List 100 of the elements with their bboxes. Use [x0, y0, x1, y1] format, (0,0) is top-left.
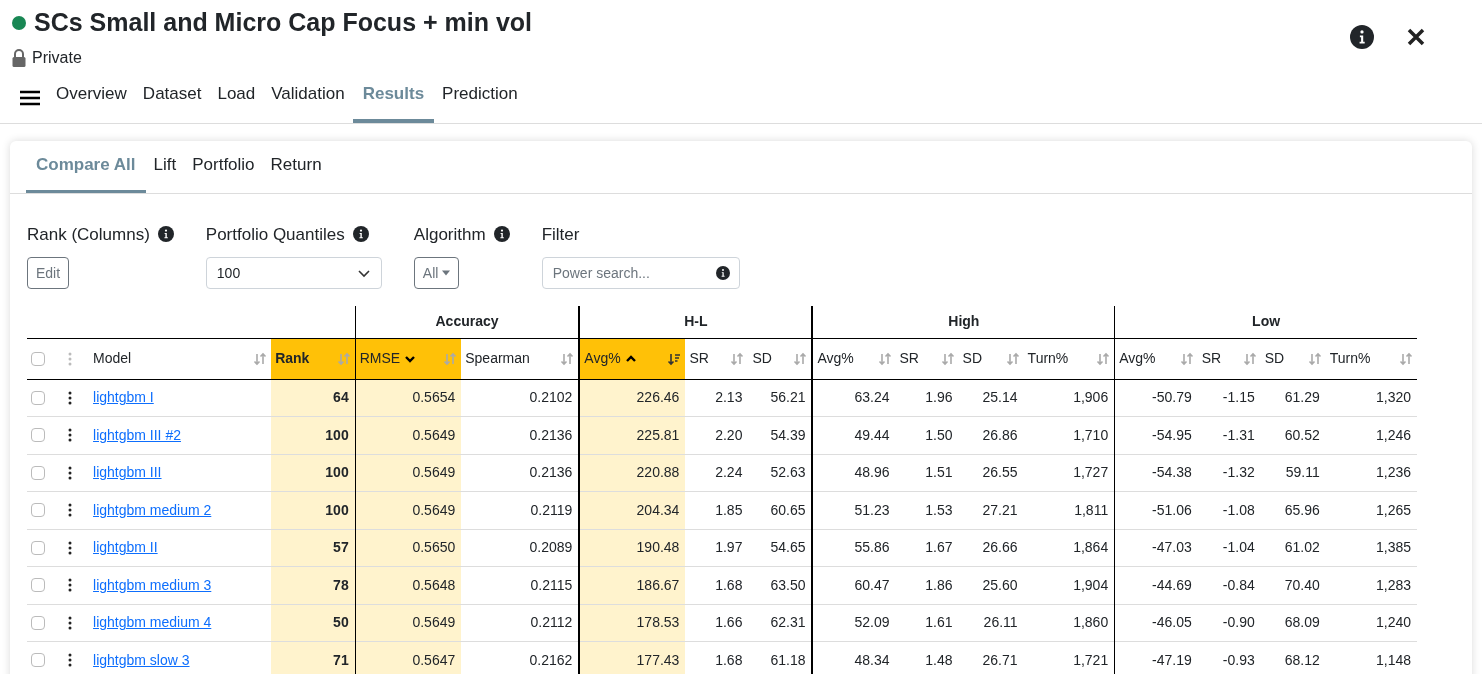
column-header[interactable]: SD	[1260, 338, 1326, 379]
column-header[interactable]: SR	[1197, 338, 1261, 379]
sort-icon[interactable]	[1179, 351, 1194, 366]
info-icon[interactable]	[157, 226, 174, 243]
sort-icon[interactable]	[793, 351, 808, 366]
model-link[interactable]: lightgbm I	[93, 389, 154, 406]
row-checkbox[interactable]	[31, 615, 45, 630]
table-cell: -1.32	[1197, 454, 1261, 492]
sort-icon[interactable]	[1307, 351, 1322, 366]
table-cell: -0.84	[1197, 566, 1261, 604]
table-cell: -0.93	[1197, 641, 1261, 674]
close-icon[interactable]	[1406, 26, 1426, 47]
sort-icon[interactable]	[443, 351, 458, 366]
column-header[interactable]: RMSE	[355, 338, 462, 379]
sort-icon[interactable]	[1096, 351, 1111, 366]
info-icon[interactable]	[352, 226, 369, 243]
table-cell: 1.97	[685, 529, 749, 567]
kebab-menu-icon[interactable]	[68, 390, 72, 405]
table-cell: 68.09	[1260, 604, 1326, 642]
column-header[interactable]: Model	[89, 338, 272, 379]
table-cell: 1.50	[895, 416, 959, 454]
sort-icon[interactable]	[940, 351, 955, 366]
column-header[interactable]: Avg%	[812, 338, 896, 379]
model-link[interactable]: lightgbm medium 2	[93, 501, 212, 518]
table-cell: 1.68	[685, 566, 749, 604]
model-link[interactable]: lightgbm III #2	[93, 426, 181, 443]
nav-tab[interactable]: Load	[209, 81, 264, 123]
column-header[interactable]: SD	[748, 338, 813, 379]
column-header[interactable]: Turn%	[1325, 338, 1417, 379]
sub-tab[interactable]: Lift	[145, 152, 185, 193]
column-header[interactable]: SD	[958, 338, 1024, 379]
kebab-menu-icon[interactable]	[68, 465, 72, 480]
edit-button[interactable]: Edit	[27, 257, 70, 289]
column-header[interactable]: Spearman	[461, 338, 580, 379]
sort-active-icon[interactable]	[667, 351, 682, 366]
table-cell: 1.96	[895, 379, 959, 417]
info-icon[interactable]	[1350, 24, 1374, 49]
row-checkbox[interactable]	[31, 465, 45, 480]
row-checkbox[interactable]	[31, 503, 45, 518]
sort-icon[interactable]	[1005, 351, 1020, 366]
kebab-menu-icon[interactable]	[68, 428, 72, 443]
nav-tab[interactable]: Results	[352, 81, 435, 123]
table-cell: 1,320	[1325, 379, 1417, 417]
column-header[interactable]: Avg%	[1114, 338, 1198, 379]
table-cell: 26.11	[958, 604, 1024, 642]
table-cell: -46.05	[1114, 604, 1198, 642]
column-header[interactable]: Avg%	[579, 338, 686, 379]
table-cell: 1.66	[685, 604, 749, 642]
group-header: Accuracy	[435, 313, 499, 330]
filter-field[interactable]: Power search...	[541, 257, 740, 289]
kebab-menu-icon[interactable]	[68, 503, 72, 518]
sub-tab[interactable]: Return	[262, 152, 330, 193]
quantiles-select[interactable]: 100	[205, 257, 382, 289]
sort-icon[interactable]	[336, 351, 351, 366]
sort-icon[interactable]	[877, 351, 892, 366]
sort-icon[interactable]	[1399, 351, 1413, 366]
row-checkbox[interactable]	[31, 390, 45, 405]
nav-tab[interactable]: Validation	[263, 81, 353, 123]
column-header[interactable]: SR	[685, 338, 749, 379]
nav-tab[interactable]: Overview	[48, 81, 135, 123]
table-cell: -51.06	[1114, 491, 1198, 529]
sort-icon[interactable]	[1242, 351, 1257, 366]
row-checkbox[interactable]	[31, 428, 45, 443]
info-icon[interactable]	[715, 266, 730, 280]
table-cell: 0.5647	[355, 641, 462, 674]
menu-icon[interactable]	[20, 89, 40, 106]
model-link[interactable]: lightgbm III	[93, 464, 162, 481]
kebab-menu-icon[interactable]	[68, 653, 72, 668]
table-cell: 60.65	[748, 491, 813, 529]
select-all-checkbox[interactable]	[31, 351, 45, 366]
column-header[interactable]: Turn%	[1023, 338, 1115, 379]
table-cell: 0.2136	[461, 454, 580, 492]
kebab-menu-icon[interactable]	[68, 615, 72, 630]
model-link[interactable]: lightgbm II	[93, 539, 158, 556]
info-icon[interactable]	[493, 226, 510, 243]
table-cell: 0.5649	[355, 416, 462, 454]
nav-tab[interactable]: Dataset	[134, 81, 210, 123]
sub-tab[interactable]: Compare All	[26, 152, 146, 193]
table-cell: 1.68	[685, 641, 749, 674]
group-header: Low	[1252, 313, 1281, 330]
column-header[interactable]: Rank	[271, 338, 356, 379]
table-cell: -50.79	[1114, 379, 1198, 417]
row-checkbox[interactable]	[31, 578, 45, 593]
kebab-menu-icon[interactable]	[68, 540, 72, 555]
table-cell: 0.2115	[461, 566, 580, 604]
row-checkbox[interactable]	[31, 653, 45, 668]
algorithm-dropdown[interactable]: All	[413, 257, 460, 289]
column-header[interactable]: SR	[895, 338, 959, 379]
sort-icon[interactable]	[730, 351, 745, 366]
kebab-menu-icon[interactable]	[68, 578, 72, 593]
sort-icon[interactable]	[253, 351, 268, 366]
model-link[interactable]: lightgbm slow 3	[93, 651, 190, 668]
model-link[interactable]: lightgbm medium 3	[93, 576, 212, 593]
row-checkbox[interactable]	[31, 540, 45, 555]
sort-icon[interactable]	[560, 351, 575, 366]
control-label: Algorithm	[413, 223, 486, 246]
sub-tab[interactable]: Portfolio	[184, 152, 263, 193]
nav-tab[interactable]: Prediction	[434, 81, 526, 123]
table-cell: 225.81	[579, 416, 686, 454]
model-link[interactable]: lightgbm medium 4	[93, 614, 212, 631]
